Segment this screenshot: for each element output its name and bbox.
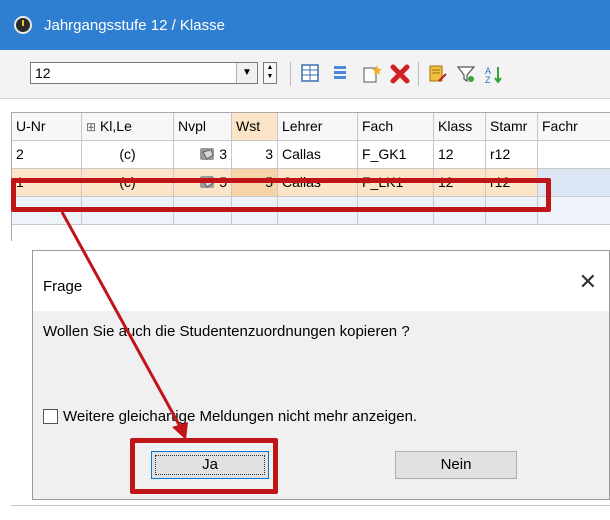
expand-icon[interactable]: ⊞ [86, 120, 96, 134]
dialog-title: Frage [43, 278, 83, 295]
report-icon[interactable] [428, 64, 448, 84]
column-header-klle[interactable]: ⊞ Kl,Le [82, 113, 174, 141]
column-header-nvpl[interactable]: Nvpl [174, 113, 232, 141]
window-title: Jahrgangsstufe 12 / Klasse [44, 17, 225, 34]
question-dialog: Frage ✕ Wollen Sie auch die Studentenzuo… [32, 250, 610, 500]
filter-icon[interactable] [456, 64, 476, 84]
sort-icon[interactable]: AZ [484, 64, 504, 85]
window-titlebar: Jahrgangsstufe 12 / Klasse [0, 0, 610, 50]
column-header-klass[interactable]: Klass [434, 113, 486, 141]
lessons-grid: U-Nr ⊞ Kl,Le Nvpl Wst Lehrer Fach Klass … [11, 112, 610, 241]
spin-button[interactable]: ▲ ▼ [263, 62, 277, 84]
column-header-label: Kl,Le [99, 118, 132, 134]
toolbar-separator [418, 62, 419, 86]
dialog-message: Wollen Sie auch die Studentenzuordnungen… [43, 323, 410, 340]
column-header-unr[interactable]: U-Nr [12, 113, 82, 141]
cell-klass[interactable]: 12 [434, 141, 486, 169]
grid-icon[interactable] [300, 64, 320, 84]
table-row[interactable]: 2 (c) 3 3 Callas F_GK1 12 r12 [12, 141, 610, 169]
close-icon[interactable]: ✕ [579, 269, 597, 295]
column-header-lehrer[interactable]: Lehrer [278, 113, 358, 141]
dont-show-again-checkbox[interactable] [43, 409, 58, 424]
svg-text:Z: Z [485, 75, 491, 84]
hand-icon [199, 146, 217, 162]
cell-lehrer[interactable]: Callas [278, 141, 358, 169]
cell-stamm[interactable]: r12 [486, 141, 538, 169]
toolbar-separator [290, 62, 291, 86]
column-header-stamm[interactable]: Stamr [486, 113, 538, 141]
column-header-fach[interactable]: Fach [358, 113, 434, 141]
column-header-fachr[interactable]: Fachr [538, 113, 610, 141]
row-highlight-annotation [11, 178, 551, 212]
cell-nvpl-value: 3 [219, 146, 227, 162]
yes-button-highlight-annotation [130, 438, 278, 494]
list-icon[interactable] [330, 64, 350, 84]
class-combobox[interactable]: 12 ▼ [30, 62, 258, 84]
dialog-titlebar: Frage ✕ [33, 251, 609, 311]
chevron-down-icon[interactable]: ▼ [236, 63, 257, 83]
grid-bottom-border [11, 505, 610, 506]
combo-value: 12 [35, 65, 51, 81]
cell-fachr[interactable] [538, 141, 610, 169]
clock-icon [14, 16, 32, 34]
dont-show-again-label[interactable]: Weitere gleichartige Meldungen nicht meh… [63, 408, 417, 425]
delete-icon[interactable] [390, 64, 410, 84]
cell-nvpl[interactable]: 3 [174, 141, 232, 169]
cell-unr[interactable]: 2 [12, 141, 82, 169]
cell-wst[interactable]: 3 [232, 141, 278, 169]
toolbar: 12 ▼ ▲ ▼ AZ [0, 50, 610, 99]
cell-klle[interactable]: (c) [82, 141, 174, 169]
cell-fach[interactable]: F_GK1 [358, 141, 434, 169]
grid-header-row: U-Nr ⊞ Kl,Le Nvpl Wst Lehrer Fach Klass … [12, 113, 610, 141]
no-button[interactable]: Nein [395, 451, 517, 479]
column-header-wst[interactable]: Wst [232, 113, 278, 141]
new-icon[interactable] [362, 64, 382, 84]
